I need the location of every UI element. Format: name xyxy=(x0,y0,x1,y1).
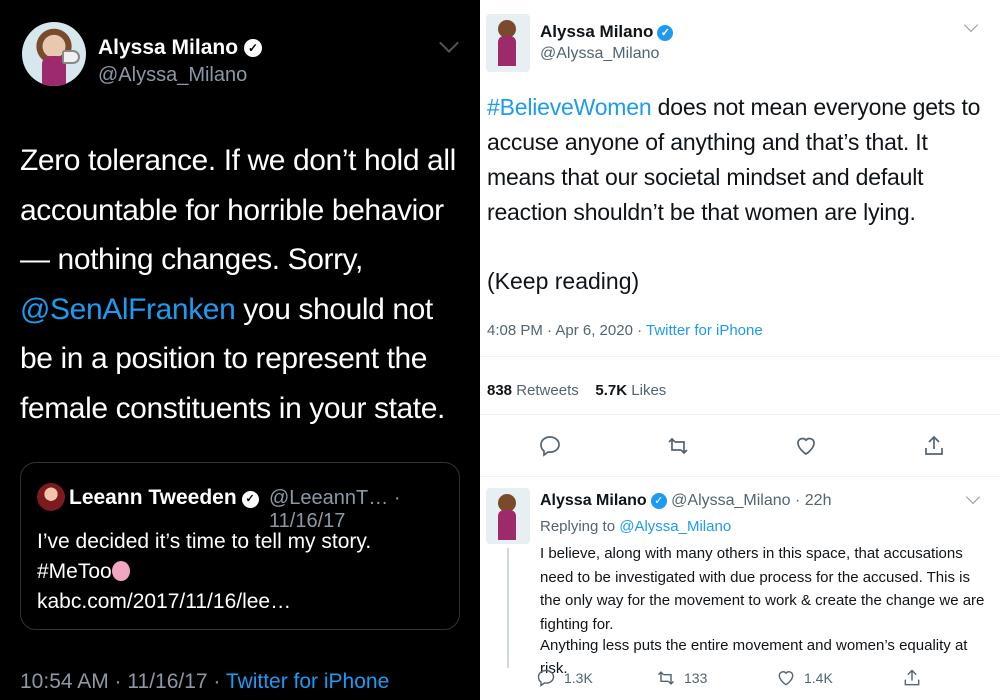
thread-line xyxy=(507,548,509,668)
like-action[interactable]: 1.4K xyxy=(776,666,833,690)
tweet-text-part: Zero tolerance. If we don’t hold all acc… xyxy=(20,144,456,276)
replying-to: Replying to @Alyssa_Milano xyxy=(540,518,731,535)
reply-text-paragraph: I believe, along with many others in thi… xyxy=(540,545,985,633)
likes-label[interactable]: Likes xyxy=(631,382,666,399)
retweets-count[interactable]: 838 xyxy=(487,382,512,399)
reply-handle-time[interactable]: @Alyssa_Milano · 22h xyxy=(671,492,831,509)
tweet-text: #BelieveWomen does not mean everyone get… xyxy=(487,90,997,230)
retweet-action[interactable]: 133 xyxy=(656,666,707,690)
reply-header: Alyssa Milano ✓ @Alyssa_Milano · 22h xyxy=(540,492,831,510)
share-icon xyxy=(904,669,920,686)
tweet-meta: 4:08 PM · Apr 6, 2020 · Twitter for iPho… xyxy=(487,322,763,339)
divider xyxy=(480,414,1000,415)
author-name[interactable]: Alyssa Milano ✓ xyxy=(98,36,263,60)
reply-action[interactable]: 1.3K xyxy=(536,666,593,690)
avatar-figure xyxy=(498,36,516,66)
verified-badge-icon: ✓ xyxy=(657,25,674,41)
quoted-hashtag-line: #MeToo xyxy=(37,557,447,587)
retweets-label[interactable]: Retweets xyxy=(516,382,579,399)
replying-prefix: Replying to xyxy=(540,518,620,535)
megaphone-icon xyxy=(62,50,80,64)
reply-author-name[interactable]: Alyssa Milano xyxy=(540,492,647,509)
keep-reading-text: (Keep reading) xyxy=(487,268,640,294)
quoted-hashtag: #MeToo xyxy=(37,560,112,583)
reply-count: 1.3K xyxy=(564,670,593,686)
quoted-line: I’ve decided it’s time to tell my story. xyxy=(37,530,372,553)
retweet-icon xyxy=(657,671,675,685)
hashtag-link[interactable]: #BelieveWomen xyxy=(487,94,652,120)
chevron-down-icon[interactable] xyxy=(439,33,459,53)
quoted-author-name-text: Leeann Tweeden xyxy=(69,486,237,509)
quoted-link[interactable]: kabc.com/2017/11/16/lee… xyxy=(37,587,447,617)
retweet-icon[interactable] xyxy=(666,434,690,458)
like-icon[interactable] xyxy=(794,434,818,458)
tweet-actions xyxy=(480,434,1000,464)
verified-badge-icon: ✓ xyxy=(241,491,259,508)
chevron-down-icon[interactable] xyxy=(965,489,981,505)
retweet-count: 133 xyxy=(684,670,708,686)
quoted-avatar xyxy=(37,483,65,511)
author-name-text: Alyssa Milano xyxy=(540,22,654,41)
chevron-down-icon[interactable] xyxy=(963,17,979,33)
divider xyxy=(480,356,1000,357)
quoted-tweet[interactable]: Leeann Tweeden ✓ @LeeannT… · 11/16/17 I’v… xyxy=(20,462,460,630)
tweet-meta: 10:54 AM · 11/16/17 · Twitter for iPhone xyxy=(20,670,389,694)
tweet-timestamp: 4:08 PM · Apr 6, 2020 · xyxy=(487,322,646,339)
share-icon[interactable] xyxy=(922,434,946,458)
dark-tweet-panel: Alyssa Milano ✓ @Alyssa_Milano Zero toler… xyxy=(0,0,480,700)
avatar[interactable] xyxy=(486,488,530,544)
mention-link[interactable]: @SenAlFranken xyxy=(20,293,236,326)
emoji-icon xyxy=(111,561,130,581)
author-name[interactable]: Alyssa Milano ✓ xyxy=(540,22,674,42)
quoted-tweet-text: I’ve decided it’s time to tell my story.… xyxy=(37,527,447,617)
light-tweet-panel: Alyssa Milano ✓ @Alyssa_Milano #BelieveWo… xyxy=(480,0,1000,700)
tweet-text: Zero tolerance. If we don’t hold all acc… xyxy=(20,136,470,433)
avatar[interactable] xyxy=(22,22,86,86)
share-action[interactable] xyxy=(902,666,922,690)
reply-icon[interactable] xyxy=(538,434,562,458)
author-name-text: Alyssa Milano xyxy=(98,36,239,59)
engagement-stats: 838 Retweets 5.7K Likes xyxy=(487,382,666,399)
like-count: 1.4K xyxy=(804,670,833,686)
avatar-figure xyxy=(498,510,516,540)
quoted-author-name: Leeann Tweeden ✓ xyxy=(69,486,259,510)
avatar[interactable] xyxy=(486,14,530,72)
tweet-source-link[interactable]: Twitter for iPhone xyxy=(226,670,389,693)
author-handle[interactable]: @Alyssa_Milano xyxy=(98,64,247,87)
verified-badge-icon: ✓ xyxy=(650,493,667,509)
author-handle[interactable]: @Alyssa_Milano xyxy=(540,45,659,63)
reply-actions: 1.3K 133 1.4K xyxy=(536,666,996,692)
verified-badge-icon: ✓ xyxy=(244,39,263,57)
divider xyxy=(480,476,1000,477)
likes-count[interactable]: 5.7K xyxy=(595,382,627,399)
replying-to-link[interactable]: @Alyssa_Milano xyxy=(619,518,731,535)
like-icon xyxy=(778,671,794,686)
tweet-source-link[interactable]: Twitter for iPhone xyxy=(646,322,763,339)
reply-icon xyxy=(537,669,555,687)
tweet-timestamp: 10:54 AM · 11/16/17 · xyxy=(20,670,226,693)
